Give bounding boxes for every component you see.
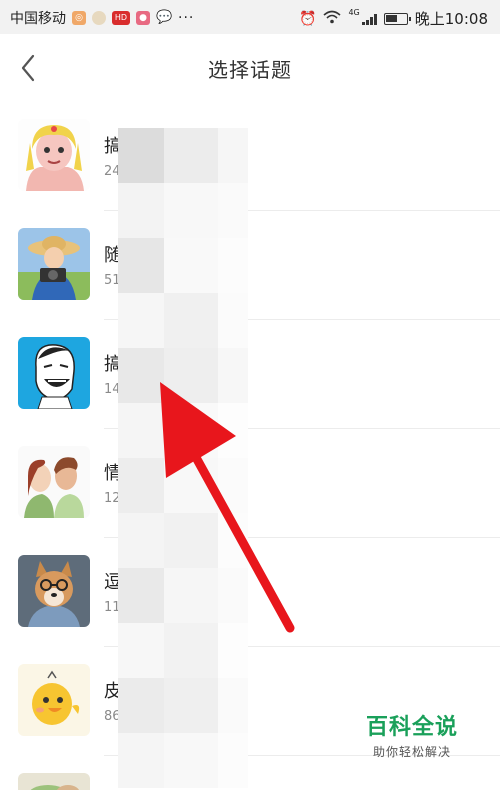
status-bar-left: 中国移动 ◎ HD ● 💬 ··· [10,8,194,28]
topic-thumbnail [18,773,90,790]
cartoon-girl-icon [18,119,90,191]
app-notification-icon: ◎ [72,11,86,25]
cookie-icon [92,11,106,25]
food-photo-icon [18,773,90,790]
signal-strength-icon [361,13,377,25]
privacy-mosaic [118,128,248,790]
dog-glasses-icon [18,555,90,627]
camera-girl-icon [18,228,90,300]
watermark-subtitle: 助你轻松解决 [372,745,451,759]
battery-icon [383,12,411,25]
status-bar-right: ⏰ 4G 晚上10:08 [299,8,488,29]
carrier-label: 中国移动 [10,11,66,27]
topic-item[interactable]: 情 12 [0,429,500,538]
topic-thumbnail [18,555,90,627]
topic-thumbnail [18,119,90,191]
topic-item[interactable]: 搞 24 [0,102,500,211]
laughing-meme-icon [18,337,90,409]
status-bar: 中国移动 ◎ HD ● 💬 ··· ⏰ 4G 晚上10:08 [0,0,500,34]
topic-item-partial[interactable] [0,756,500,790]
network-type-label: 4G [348,8,360,17]
alarm-icon: ⏰ [299,10,317,27]
clock-time: 晚上10:08 [414,10,488,28]
topic-thumbnail [18,337,90,409]
wifi-icon [323,10,341,28]
hd-badge-icon: HD [112,11,130,25]
page-title: 选择话题 [208,58,292,82]
pig-app-icon: ● [136,11,150,25]
topic-thumbnail [18,446,90,518]
topic-thumbnail [18,664,90,736]
chat-bubble-icon: 💬 [156,10,173,25]
topic-thumbnail [18,228,90,300]
topic-list: 搞 24 随 51 搞 14 情 12 逗 11 皮 86 [0,102,500,790]
more-notifications-icon: ··· [178,10,195,26]
watermark-logo: 百科全说 助你轻松解决 [366,709,458,760]
yellow-chick-icon [18,664,90,736]
nav-header: 选择话题 [0,34,500,102]
topic-item[interactable]: 随 51 [0,211,500,320]
watermark-title: 百科全说 [365,715,458,740]
topic-item[interactable]: 搞 14 [0,320,500,429]
couple-icon [18,446,90,518]
topic-item[interactable]: 逗 11 [0,538,500,647]
